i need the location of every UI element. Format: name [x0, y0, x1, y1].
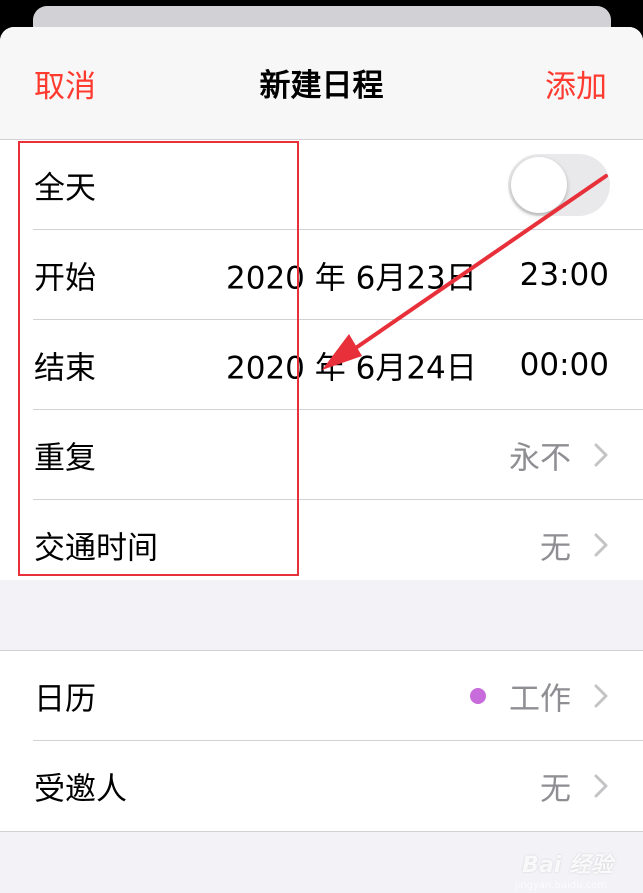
travel-time-value: 无: [540, 530, 571, 567]
end-time[interactable]: 00:00: [520, 347, 609, 383]
calendar-section: 日历 工作 受邀人 无: [0, 650, 643, 832]
end-date[interactable]: 2020 年 6月24日: [226, 343, 477, 388]
repeat-value: 永不: [509, 440, 571, 477]
calendar-color-dot: [470, 688, 486, 704]
navigation-bar: 取消 新建日程 添加: [0, 27, 643, 140]
end-label: 结束: [34, 350, 96, 387]
all-day-row[interactable]: 全天: [0, 140, 643, 230]
start-row[interactable]: 开始 2020 年 6月23日 23:00: [0, 230, 643, 320]
chevron-right-icon: [594, 774, 608, 798]
end-row[interactable]: 结束 2020 年 6月24日 00:00: [0, 320, 643, 410]
chevron-right-icon: [594, 533, 608, 557]
calendar-row[interactable]: 日历 工作: [0, 651, 643, 741]
start-time[interactable]: 23:00: [520, 257, 609, 293]
all-day-toggle[interactable]: [508, 154, 610, 216]
add-button[interactable]: 添加: [545, 61, 607, 106]
chevron-right-icon: [594, 443, 608, 467]
start-date[interactable]: 2020 年 6月23日: [226, 253, 477, 298]
calendar-value: 工作: [509, 681, 571, 718]
event-time-section: 全天 开始 2020 年 6月23日 23:00 结束 2020 年 6月24日…: [0, 140, 643, 580]
travel-time-label: 交通时间: [34, 530, 158, 567]
new-event-sheet: 取消 新建日程 添加 全天 开始 2020 年 6月23日 23:00 结束 2…: [0, 27, 643, 893]
start-label: 开始: [34, 260, 96, 297]
invitees-row[interactable]: 受邀人 无: [0, 741, 643, 831]
invitees-value: 无: [540, 771, 571, 808]
travel-time-row[interactable]: 交通时间 无: [0, 500, 643, 590]
watermark-url: jingyan.baidu.com: [514, 880, 607, 891]
repeat-row[interactable]: 重复 永不: [0, 410, 643, 500]
toggle-knob: [511, 157, 567, 213]
all-day-label: 全天: [34, 170, 96, 207]
watermark-logo: Bai 经验: [522, 853, 613, 878]
invitees-label: 受邀人: [34, 771, 127, 808]
repeat-label: 重复: [34, 440, 96, 477]
calendar-label: 日历: [34, 681, 96, 718]
chevron-right-icon: [594, 684, 608, 708]
